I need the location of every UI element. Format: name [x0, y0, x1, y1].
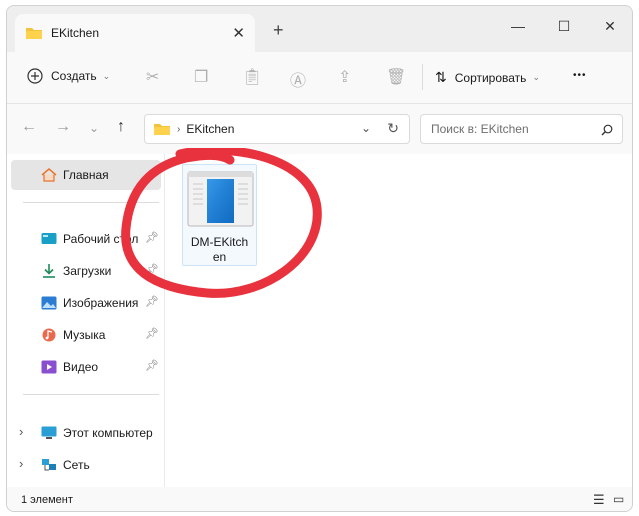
network-icon	[42, 459, 56, 471]
nav-item-pictures[interactable]: Изображения 📌︎	[11, 288, 161, 318]
copy-icon[interactable]: ❐	[194, 67, 208, 87]
cut-icon[interactable]: ✂	[146, 67, 159, 87]
breadcrumb-ekitchen[interactable]: EKitchen	[186, 122, 234, 136]
paste-icon[interactable]: 📋︎	[242, 67, 262, 87]
nav-item-network[interactable]: › Сеть	[11, 450, 161, 480]
pin-icon[interactable]: 📌︎	[145, 231, 159, 244]
pin-icon[interactable]: 📌︎	[145, 295, 159, 308]
back-arrow-icon[interactable]: ←	[21, 118, 37, 136]
status-bar: 1 элемент ☰ ▭	[7, 487, 632, 511]
toolbar-divider	[422, 64, 423, 90]
navigation-pane: Главная Рабочий стол 📌︎ Загрузки 📌︎ Изоб…	[7, 154, 165, 487]
folder-icon	[154, 124, 170, 135]
nav-label: Музыка	[63, 328, 106, 342]
details-view-icon[interactable]: ☰	[593, 492, 605, 508]
music-icon	[42, 328, 56, 342]
file-name-line1: DM-EKitch	[190, 235, 249, 249]
close-window-button[interactable]: ✕	[587, 12, 632, 40]
maximize-button[interactable]: ☐	[541, 12, 587, 40]
search-input[interactable]: Поиск в: EKitchen	[420, 114, 623, 144]
new-tab-button[interactable]: +	[273, 20, 284, 41]
nav-divider	[23, 394, 159, 395]
nav-label: Рабочий стол	[63, 232, 139, 246]
sort-label: Сортировать	[454, 70, 527, 85]
tiles-view-icon[interactable]: ▭	[613, 492, 624, 506]
video-icon	[41, 360, 57, 374]
up-arrow-icon[interactable]: ↑	[117, 118, 125, 136]
refresh-icon[interactable]: ↻	[387, 120, 399, 137]
computer-icon	[41, 426, 57, 439]
file-name: DM-EKitch en	[183, 235, 256, 265]
nav-item-music[interactable]: Музыка 📌︎	[11, 320, 161, 350]
pictures-icon	[41, 296, 57, 310]
download-icon	[43, 264, 55, 278]
tab-close-icon[interactable]: ✕	[232, 24, 245, 42]
plus-circle-icon	[27, 68, 43, 84]
content-area: Главная Рабочий стол 📌︎ Загрузки 📌︎ Изоб…	[7, 154, 632, 487]
rename-icon[interactable]: Ⓐ	[290, 67, 306, 91]
nav-label: Видео	[63, 360, 99, 374]
pin-icon[interactable]: 📌︎	[145, 263, 159, 276]
file-item-dm-ekitchen[interactable]: DM-EKitch en	[182, 164, 257, 266]
application-file-icon	[187, 171, 254, 227]
minimize-button[interactable]: —	[495, 12, 541, 40]
file-name-line2: en	[212, 250, 227, 264]
tab-title: EKitchen	[51, 26, 100, 40]
desktop-icon	[41, 233, 57, 244]
nav-label: Загрузки	[63, 264, 112, 278]
sort-icon: ⇅	[435, 69, 447, 85]
address-row: ← → ⌄ ↑ › EKitchen ⌄ ↻ Поиск в: EKitchen	[7, 104, 632, 154]
sort-button[interactable]: ⇅ Сортировать ⌄	[435, 69, 540, 86]
nav-item-desktop[interactable]: Рабочий стол 📌︎	[11, 224, 161, 254]
chevron-down-icon: ⌄	[102, 70, 111, 81]
expand-chevron-icon[interactable]: ›	[19, 424, 23, 439]
delete-icon[interactable]: 🗑︎	[386, 67, 406, 87]
nav-label: Изображения	[63, 296, 139, 310]
recent-chevron-icon[interactable]: ⌄	[89, 121, 99, 135]
share-icon[interactable]: ⇪	[338, 67, 351, 87]
home-icon	[41, 168, 57, 182]
breadcrumb-chevron-icon: ›	[177, 123, 181, 135]
item-count: 1 элемент	[21, 494, 73, 506]
address-dropdown-icon[interactable]: ⌄	[361, 121, 371, 135]
command-bar: Создать ⌄ ✂ ❐ 📋︎ Ⓐ ⇪ 🗑︎ ⇅ Сортировать ⌄ …	[7, 52, 632, 104]
nav-item-downloads[interactable]: Загрузки 📌︎	[11, 256, 161, 286]
forward-arrow-icon[interactable]: →	[55, 118, 71, 136]
nav-label: Этот компьютер	[63, 426, 153, 440]
search-placeholder: Поиск в: EKitchen	[431, 122, 529, 136]
folder-icon	[26, 28, 42, 39]
address-bar[interactable]: › EKitchen ⌄ ↻	[144, 114, 410, 144]
create-label: Создать	[51, 69, 97, 83]
chevron-down-icon: ⌄	[532, 72, 540, 82]
pin-icon[interactable]: 📌︎	[145, 327, 159, 340]
create-button[interactable]: Создать ⌄	[27, 68, 110, 84]
nav-item-this-pc[interactable]: › Этот компьютер	[11, 418, 161, 448]
nav-label: Главная	[63, 168, 109, 182]
expand-chevron-icon[interactable]: ›	[19, 456, 23, 471]
nav-label: Сеть	[63, 458, 90, 472]
explorer-window: EKitchen ✕ + — ☐ ✕ Создать ⌄ ✂ ❐ 📋︎ Ⓐ ⇪ …	[6, 5, 633, 512]
more-options-button[interactable]: •••	[573, 70, 587, 81]
title-bar: EKitchen ✕ + — ☐ ✕	[7, 6, 632, 52]
search-icon	[601, 124, 613, 136]
tab-ekitchen[interactable]: EKitchen ✕	[15, 14, 255, 52]
nav-divider	[23, 202, 159, 203]
nav-item-home[interactable]: Главная	[11, 160, 161, 190]
pin-icon[interactable]: 📌︎	[145, 359, 159, 372]
nav-item-video[interactable]: Видео 📌︎	[11, 352, 161, 382]
